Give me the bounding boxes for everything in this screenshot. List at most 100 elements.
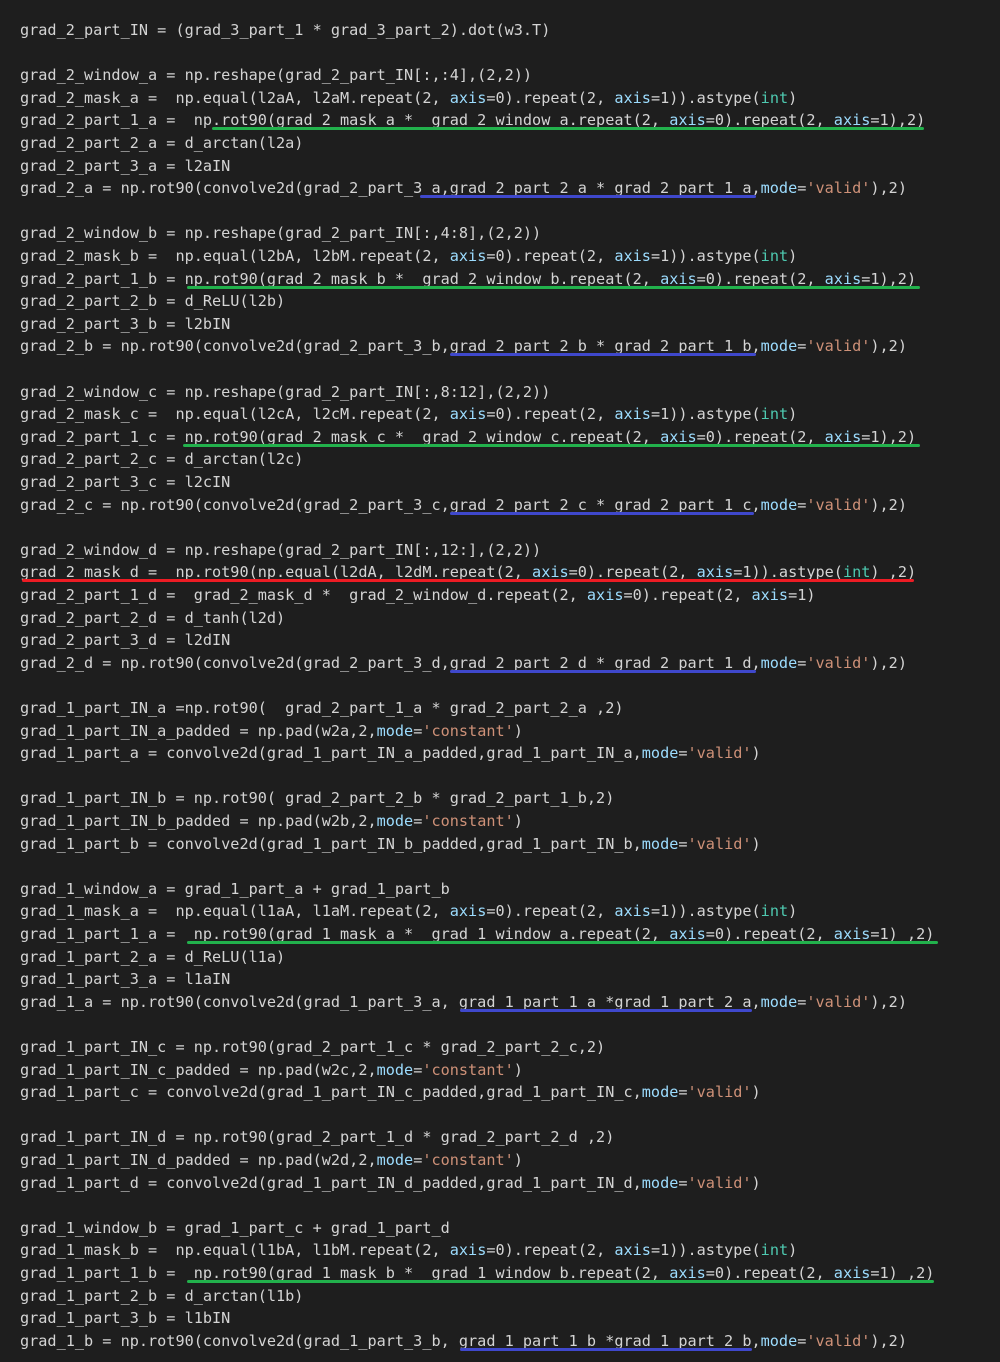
code-token: int bbox=[760, 88, 789, 107]
code-line: grad_1_part_IN_c_padded = np.pad(w2c,2,m… bbox=[20, 1059, 523, 1082]
code-line: grad_2_window_d = np.reshape(grad_2_part… bbox=[20, 539, 541, 562]
green-underline-annotation bbox=[187, 285, 920, 289]
code-token: = bbox=[797, 1331, 807, 1350]
code-token: = bbox=[678, 834, 688, 853]
code-token: axis bbox=[449, 88, 487, 107]
code-token: grad_2_mask_a = np.equal(l2aA, l2aM.repe… bbox=[20, 88, 450, 107]
code-line: grad_2_part_IN = (grad_3_part_1 * grad_3… bbox=[20, 19, 550, 42]
code-token: = bbox=[797, 653, 807, 672]
code-token: mode bbox=[760, 1331, 798, 1350]
code-line: grad_1_part_IN_c = np.rot90(grad_2_part_… bbox=[20, 1036, 605, 1059]
green-underline-annotation bbox=[187, 1280, 934, 1283]
code-token: axis bbox=[614, 1241, 651, 1260]
code-token: 'constant' bbox=[422, 812, 514, 830]
code-token: grad_1_part_IN_a =np.rot90( grad_2_part_… bbox=[20, 699, 624, 717]
code-token: grad_2_part_2_c = d_arctan(l2c) bbox=[20, 450, 304, 469]
code-token: mode bbox=[376, 721, 414, 740]
code-token: grad_1_part_3_a = l1aIN bbox=[20, 970, 231, 989]
code-token: axis bbox=[449, 902, 487, 921]
code-token: 'valid' bbox=[687, 744, 752, 763]
code-token: axis bbox=[614, 247, 651, 265]
code-token: grad_1_part_3_b = l1bIN bbox=[20, 1309, 231, 1328]
code-token: mode bbox=[760, 179, 798, 198]
code-token: axis bbox=[449, 247, 487, 265]
code-token: 'constant' bbox=[422, 1060, 514, 1079]
code-token: axis bbox=[614, 405, 651, 424]
code-line: grad_2_part_3_c = l2cIN bbox=[20, 471, 230, 494]
code-token: grad_1_mask_a = np.equal(l1aA, l1aM.repe… bbox=[20, 902, 450, 921]
code-token: int bbox=[760, 902, 789, 921]
code-token: grad_1_part_IN_a_padded = np.pad(w2a,2, bbox=[20, 721, 377, 740]
code-token: grad_1_part_IN_c_padded = np.pad(w2c,2, bbox=[20, 1060, 377, 1079]
code-token: grad_2_window_c = np.reshape(grad_2_part… bbox=[20, 382, 551, 401]
code-token: grad_2_part_3_d = l2dIN bbox=[20, 631, 231, 650]
code-token: grad_1_part_c = convolve2d(grad_1_part_I… bbox=[20, 1083, 642, 1102]
code-token: grad_2_part_2_b = d_ReLU(l2b) bbox=[20, 292, 286, 311]
code-token: =0).repeat(2, bbox=[486, 902, 615, 921]
code-token: grad_2_window_d = np.reshape(grad_2_part… bbox=[20, 540, 542, 559]
code-token: grad_2_window_a = np.reshape(grad_2_part… bbox=[20, 66, 533, 85]
code-line: grad_1_window_a = grad_1_part_a + grad_1… bbox=[20, 878, 450, 901]
code-token: grad_1_window_b = grad_1_part_c + grad_1… bbox=[20, 1218, 450, 1237]
blue-underline-annotation bbox=[420, 195, 756, 199]
code-token: mode bbox=[760, 653, 798, 672]
code-token: grad_1_mask_b = np.equal(l1bA, l1bM.repe… bbox=[20, 1241, 450, 1260]
code-token: =1)).astype( bbox=[650, 405, 761, 424]
code-line: grad_1_part_2_a = d_ReLU(l1a) bbox=[20, 946, 285, 969]
code-token: ) bbox=[513, 1151, 523, 1169]
code-token: grad_2_window_b = np.reshape(grad_2_part… bbox=[20, 224, 542, 243]
code-token: ),2) bbox=[870, 179, 907, 198]
code-token: ) bbox=[751, 1173, 761, 1192]
code-line: grad_2_part_3_d = l2dIN bbox=[20, 629, 230, 652]
code-line: grad_2_window_b = np.reshape(grad_2_part… bbox=[20, 222, 541, 245]
code-editor[interactable]: grad_2_part_IN = (grad_3_part_1 * grad_3… bbox=[0, 0, 1000, 1362]
code-token: mode bbox=[641, 1083, 679, 1102]
code-token: int bbox=[760, 247, 789, 265]
code-line: grad_1_part_d = convolve2d(grad_1_part_I… bbox=[20, 1172, 761, 1195]
code-line: grad_2_part_1_d = grad_2_mask_d * grad_2… bbox=[20, 584, 816, 607]
code-token: = bbox=[797, 337, 807, 356]
blue-underline-annotation bbox=[450, 353, 756, 357]
code-token: =1)).astype( bbox=[650, 1241, 761, 1260]
code-token: grad_2_part_1_b = np.rot90(grad_2_mask_b… bbox=[20, 269, 661, 288]
code-token: 'valid' bbox=[806, 337, 871, 356]
code-line: grad_2_window_a = np.reshape(grad_2_part… bbox=[20, 64, 532, 87]
code-token: =1)).astype( bbox=[650, 88, 761, 107]
code-token: ) bbox=[513, 812, 523, 830]
code-token: mode bbox=[641, 1173, 679, 1192]
code-line: grad_2_window_c = np.reshape(grad_2_part… bbox=[20, 381, 550, 404]
code-line: grad_1_mask_a = np.equal(l1aA, l1aM.repe… bbox=[20, 900, 797, 923]
code-token: = bbox=[413, 1151, 423, 1169]
code-token: ),2) bbox=[870, 337, 907, 356]
code-token: = bbox=[678, 1173, 688, 1192]
code-token: grad_2_part_3_b = l2bIN bbox=[20, 314, 231, 333]
code-token: 'valid' bbox=[687, 1083, 752, 1102]
code-token: ) bbox=[513, 1060, 523, 1079]
code-line: grad_2_part_2_c = d_arctan(l2c) bbox=[20, 448, 303, 471]
code-token: ) bbox=[788, 247, 798, 265]
code-token: =0).repeat(2, bbox=[486, 88, 615, 107]
code-token: 'valid' bbox=[806, 1331, 871, 1350]
code-token: axis bbox=[660, 269, 697, 288]
blue-underline-annotation bbox=[450, 669, 756, 673]
code-line: grad_1_part_IN_a_padded = np.pad(w2a,2,m… bbox=[20, 720, 523, 743]
code-line: grad_1_part_b = convolve2d(grad_1_part_I… bbox=[20, 833, 761, 856]
code-token: ) bbox=[788, 1241, 798, 1260]
code-token: ),2) bbox=[870, 1331, 907, 1350]
green-underline-annotation bbox=[212, 127, 924, 131]
code-line: grad_1_part_3_b = l1bIN bbox=[20, 1307, 230, 1330]
code-token: grad_2_part_2_a = d_arctan(l2a) bbox=[20, 134, 304, 152]
code-token: grad_1_part_a = convolve2d(grad_1_part_I… bbox=[20, 744, 642, 763]
code-token: =1),2) bbox=[861, 269, 917, 288]
code-token: mode bbox=[641, 834, 679, 853]
code-token: ) bbox=[788, 405, 798, 424]
code-line: grad_2_mask_a = np.equal(l2aA, l2aM.repe… bbox=[20, 87, 797, 110]
code-token: 'valid' bbox=[687, 1173, 752, 1192]
code-line: grad_1_part_c = convolve2d(grad_1_part_I… bbox=[20, 1081, 761, 1104]
code-token: = bbox=[413, 812, 423, 830]
code-line: grad_1_mask_b = np.equal(l1bA, l1bM.repe… bbox=[20, 1239, 797, 1262]
blue-underline-annotation bbox=[460, 1008, 752, 1012]
code-token: ),2) bbox=[870, 495, 907, 514]
code-token: 'valid' bbox=[806, 179, 871, 198]
code-token: grad_2_part_3_a = l2aIN bbox=[20, 156, 231, 175]
